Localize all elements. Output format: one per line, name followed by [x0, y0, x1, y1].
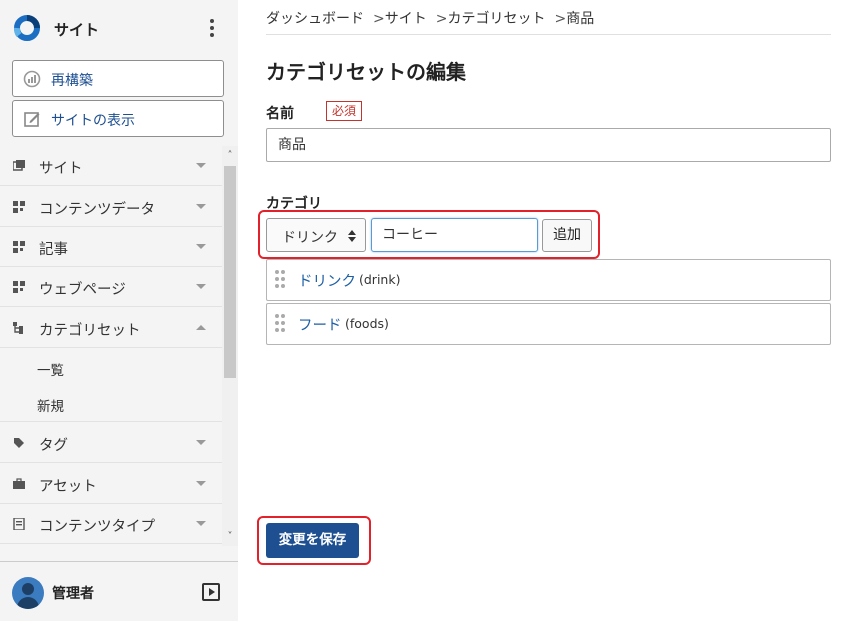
sidebar-subitem-list[interactable]: 一覧	[0, 349, 222, 385]
scroll-down-icon[interactable]: ˅	[225, 532, 235, 542]
avatar[interactable]	[12, 577, 44, 609]
breadcrumb-separator: >	[373, 11, 385, 27]
category-slug: (foods)	[345, 316, 389, 331]
more-menu-icon[interactable]	[204, 17, 220, 39]
breadcrumb-current: 商品	[566, 11, 595, 27]
sidebar-subitem-label: 一覧	[37, 363, 64, 379]
chevron-down-icon	[196, 284, 206, 289]
sidebar-item-label: ウェブページ	[39, 282, 126, 298]
sidebar-item-label: コンテンツデータ	[39, 202, 155, 218]
category-list-item: フード (foods)	[266, 303, 831, 345]
sidebar-item-category-sets[interactable]: カテゴリセット	[0, 308, 222, 348]
brand-header: サイト	[0, 0, 238, 58]
select-arrows-icon	[348, 230, 356, 242]
breadcrumb-dashboard[interactable]: ダッシュボード	[266, 11, 364, 27]
add-category-button[interactable]: 追加	[542, 219, 592, 252]
name-label: 名前	[266, 106, 294, 122]
chevron-down-icon	[196, 163, 206, 168]
chevron-down-icon	[196, 521, 206, 526]
breadcrumb-site[interactable]: サイト	[385, 11, 427, 27]
chevron-down-icon	[196, 244, 206, 249]
grid-icon	[13, 241, 25, 253]
sidebar-item-webpages[interactable]: ウェブページ	[0, 267, 222, 307]
scroll-up-icon[interactable]: ˄	[225, 151, 235, 161]
ring-logo-icon	[13, 15, 40, 41]
category-name-link[interactable]: フード	[298, 314, 342, 335]
site-name: サイト	[54, 21, 100, 39]
breadcrumb-category-sets[interactable]: カテゴリセット	[447, 11, 545, 27]
breadcrumb: ダッシュボード >サイト >カテゴリセット >商品	[266, 8, 831, 35]
sidebar-subitem-new[interactable]: 新規	[0, 385, 222, 422]
sidebar-item-site[interactable]: サイト	[0, 146, 222, 186]
sidebar-item-label: コンテンツタイプ	[39, 519, 155, 535]
sidebar-scrollbar[interactable]: ˄ ˅	[222, 146, 238, 546]
sidebar-item-entries[interactable]: 記事	[0, 227, 222, 267]
tag-icon	[14, 438, 24, 448]
required-badge: 必須	[326, 101, 363, 121]
category-list-item: ドリンク (drink)	[266, 259, 831, 301]
document-icon	[13, 518, 25, 530]
rebuild-button[interactable]: 再構築	[12, 60, 224, 97]
scroll-thumb[interactable]	[224, 166, 236, 378]
sidebar: サイト 再構築 サイトの表示 サイト コンテンツデータ 記事 ウェブページ カテ…	[0, 0, 238, 621]
windows-icon	[13, 160, 25, 171]
breadcrumb-separator: >	[554, 11, 567, 27]
user-bar: 管理者	[0, 561, 238, 621]
grid-icon	[13, 281, 25, 293]
drag-handle-icon[interactable]	[275, 270, 287, 292]
sidebar-item-assets[interactable]: アセット	[0, 464, 222, 504]
play-icon[interactable]	[202, 583, 220, 601]
category-slug: (drink)	[359, 272, 401, 287]
category-name-link[interactable]: ドリンク	[298, 270, 356, 291]
parent-category-select[interactable]: ドリンク	[266, 218, 366, 252]
drag-handle-icon[interactable]	[275, 314, 287, 336]
view-site-label: サイトの表示	[51, 113, 135, 129]
chevron-down-icon	[196, 440, 206, 445]
sidebar-item-content-types[interactable]: コンテンツタイプ	[0, 504, 222, 544]
page-title: カテゴリセットの編集	[266, 60, 466, 84]
chevron-down-icon	[196, 481, 206, 486]
new-category-input[interactable]: コーヒー	[371, 218, 538, 252]
rebuild-label: 再構築	[51, 73, 93, 89]
sidebar-item-label: サイト	[39, 161, 83, 177]
category-label: カテゴリ	[266, 196, 322, 212]
name-input[interactable]: 商品	[266, 128, 831, 162]
view-site-button[interactable]: サイトの表示	[12, 100, 224, 137]
sidebar-item-content-data[interactable]: コンテンツデータ	[0, 187, 222, 227]
sidebar-subitem-label: 新規	[37, 399, 64, 415]
breadcrumb-separator: >	[435, 11, 448, 27]
select-value: ドリンク	[282, 230, 338, 246]
sidebar-item-label: カテゴリセット	[39, 323, 141, 339]
sidebar-nav: サイト コンテンツデータ 記事 ウェブページ カテゴリセット 一覧 新規 タグ …	[0, 146, 222, 546]
tree-icon	[13, 322, 23, 334]
chevron-down-icon	[196, 204, 206, 209]
sidebar-item-label: アセット	[39, 479, 97, 495]
briefcase-icon	[13, 478, 25, 489]
save-button[interactable]: 変更を保存	[266, 523, 359, 558]
sidebar-item-tags[interactable]: タグ	[0, 423, 222, 463]
grid-icon	[13, 201, 25, 213]
sidebar-item-label: タグ	[39, 438, 68, 454]
sidebar-item-label: 記事	[39, 242, 68, 258]
edit-square-icon	[24, 112, 40, 127]
user-name: 管理者	[52, 586, 94, 602]
chevron-up-icon	[196, 325, 206, 330]
rebuild-gauge-icon	[23, 70, 41, 88]
